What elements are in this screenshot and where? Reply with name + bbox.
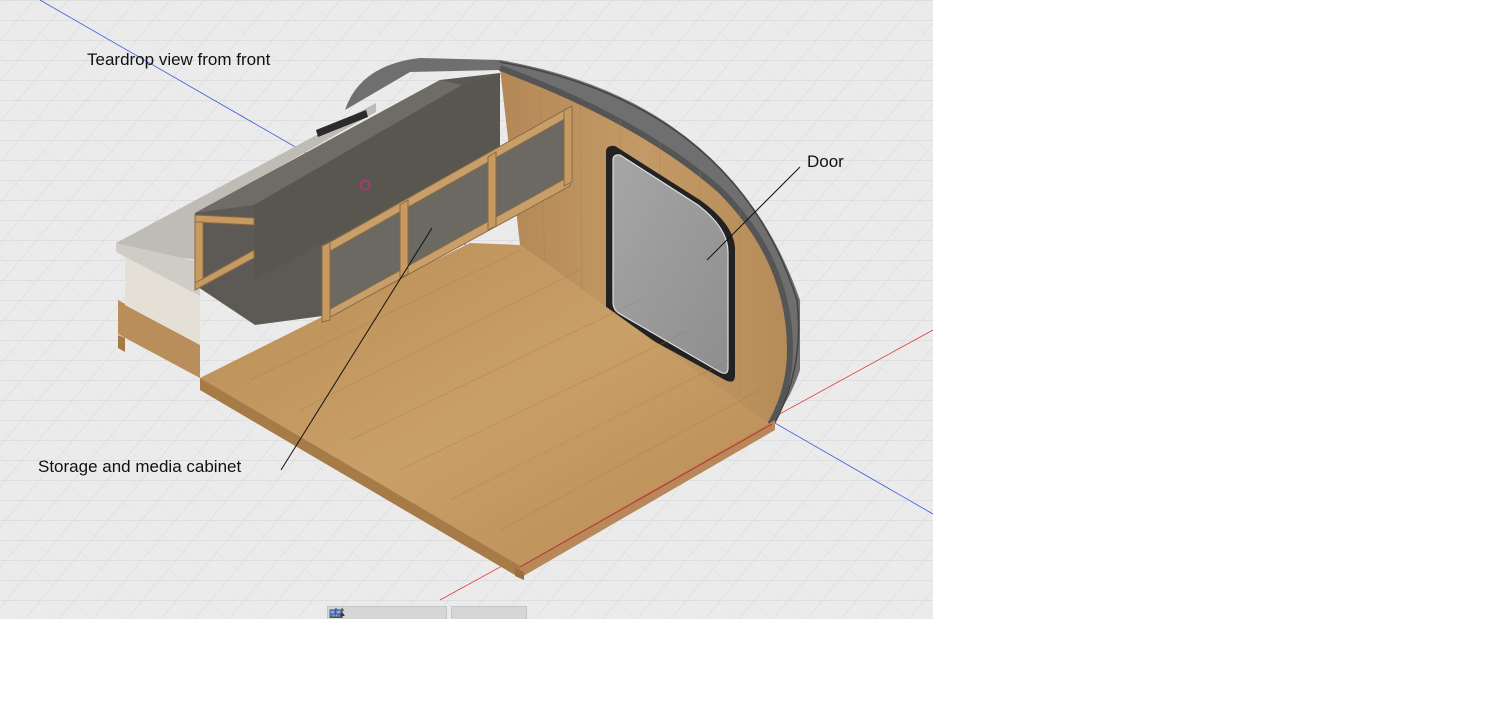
zoom-icon[interactable] [330, 607, 419, 619]
viewports-icon[interactable] [329, 607, 521, 619]
door-callout: Door [807, 152, 844, 171]
pan-icon[interactable] [332, 607, 397, 619]
fit-icon[interactable] [331, 607, 441, 619]
display-settings-icon[interactable] [329, 607, 477, 619]
title-callout: Teardrop view from front [87, 50, 271, 69]
look-at-icon[interactable] [330, 607, 375, 619]
3d-viewport[interactable]: Teardrop view from front Door Storage an… [0, 0, 933, 619]
grid-settings-icon[interactable] [330, 607, 499, 619]
navigation-toolbar [327, 606, 527, 619]
cabinet-callout: Storage and media cabinet [38, 457, 242, 476]
display-tools-group [329, 606, 527, 619]
model-canvas[interactable] [0, 0, 933, 619]
